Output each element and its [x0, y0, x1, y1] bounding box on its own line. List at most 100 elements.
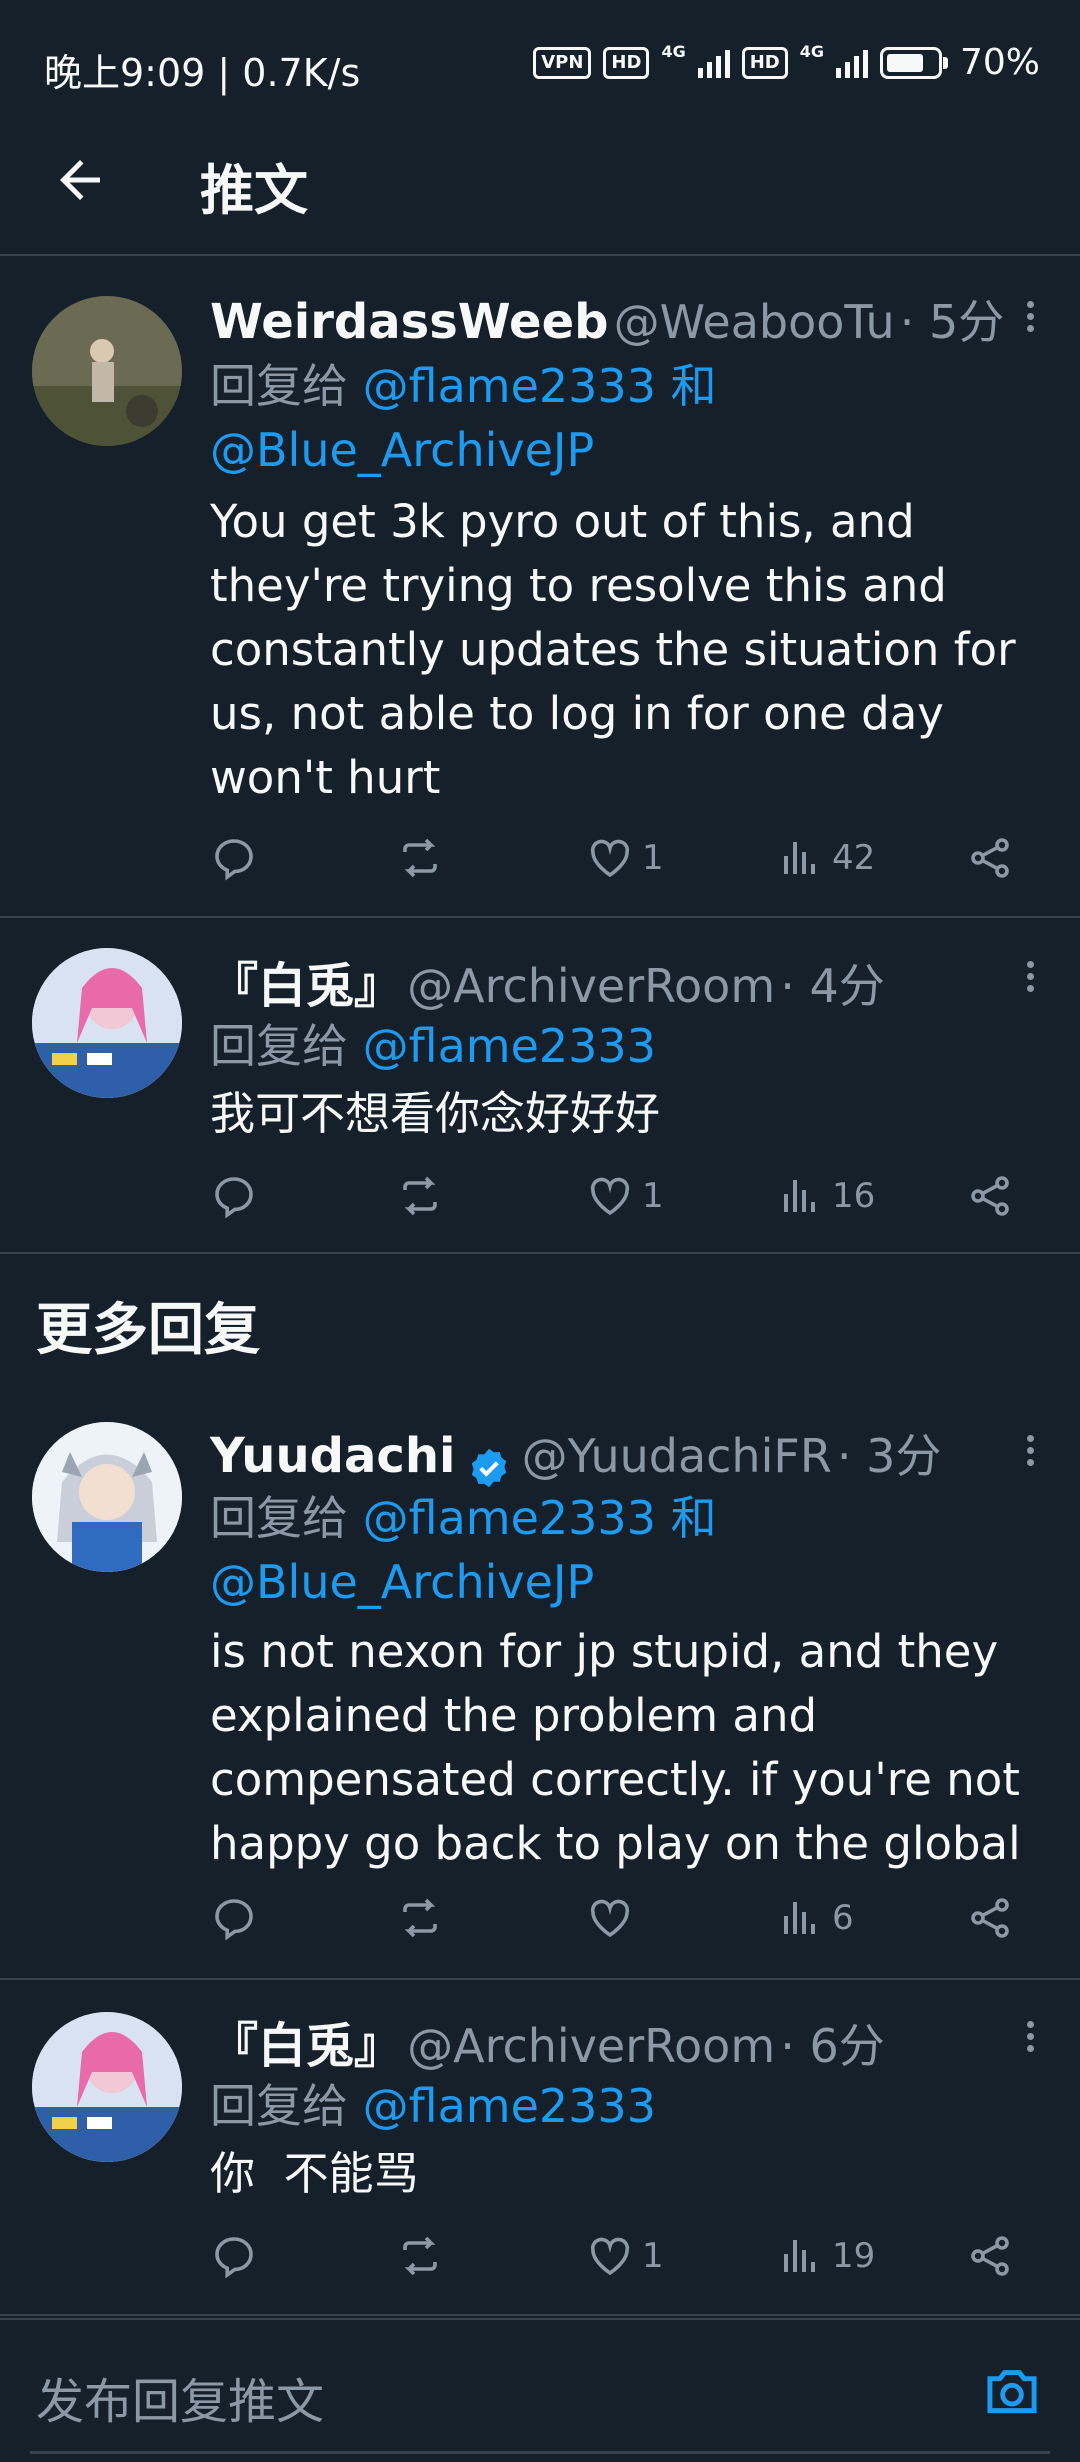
reply-tweet[interactable]: WeirdassWeeb @WeabooTu · 5分 回复给 @flame23…: [0, 256, 1080, 918]
retweet-icon: [403, 838, 437, 878]
timestamp[interactable]: · 4分: [780, 959, 885, 1013]
reply-context: 回复给 @flame2333 和 @Blue_ArchiveJP: [210, 1486, 1050, 1614]
retweet-button[interactable]: [396, 1894, 444, 1942]
reply-input-placeholder[interactable]: 发布回复推文: [36, 2362, 324, 2432]
handle[interactable]: @ArchiverRoom: [407, 959, 775, 1013]
heart-icon: [590, 839, 630, 878]
views-chart-icon: [784, 2240, 815, 2272]
action-bar: 1 42: [210, 834, 1040, 894]
reply-icon: [215, 1177, 253, 1219]
tweet-text: 你 不能骂: [210, 2147, 419, 2200]
views-chart-icon: [784, 1180, 815, 1212]
avatar[interactable]: [32, 2012, 182, 2162]
tweet-header: 『白兎』 @ArchiverRoom · 4分: [210, 946, 885, 1016]
retweet-icon: [403, 1898, 437, 1938]
action-bar: 1 19: [210, 2232, 1040, 2292]
reply-prefix: 回复给: [210, 1019, 348, 1073]
like-button[interactable]: 1: [586, 1172, 664, 1220]
reply-tweet[interactable]: 『白兎』 @ArchiverRoom · 6分 回复给 @flame2333 你…: [0, 1980, 1080, 2316]
mention-link-2[interactable]: @Blue_ArchiveJP: [210, 1555, 594, 1609]
status-time-speed: 晚上9:09 | 0.7K/s: [44, 51, 361, 95]
like-button[interactable]: 1: [586, 2232, 664, 2280]
handle[interactable]: @ArchiverRoom: [407, 2019, 775, 2073]
reply-context: 回复给 @flame2333: [210, 1014, 1050, 1078]
mention-link[interactable]: @flame2333: [363, 1491, 656, 1545]
views-button[interactable]: 19: [776, 2232, 875, 2280]
reply-context: 回复给 @flame2333: [210, 2074, 1050, 2138]
more-options-icon[interactable]: [1020, 2016, 1040, 2057]
reply-tweet[interactable]: 『白兎』 @ArchiverRoom · 4分 回复给 @flame2333 我…: [0, 918, 1080, 1254]
display-name[interactable]: 『白兎』: [210, 2018, 402, 2074]
avatar[interactable]: [32, 948, 182, 1098]
more-replies-heading: 更多回复: [36, 1298, 260, 1363]
like-count: 1: [642, 2236, 664, 2276]
display-name[interactable]: WeirdassWeeb: [210, 294, 609, 350]
network-type-label-2: 4G: [799, 42, 824, 61]
reply-prefix: 回复给: [210, 359, 348, 413]
timestamp[interactable]: · 5分: [900, 295, 1005, 349]
handle[interactable]: @YuudachiFR: [522, 1429, 832, 1483]
heart-icon: [590, 2237, 630, 2276]
timestamp[interactable]: · 6分: [780, 2019, 885, 2073]
reply-button[interactable]: [210, 834, 258, 882]
like-button[interactable]: 1: [586, 834, 664, 882]
tweet-text: You get 3k pyro out of this, and they're…: [210, 495, 1016, 804]
mention-link-2[interactable]: @Blue_ArchiveJP: [210, 423, 594, 477]
avatar[interactable]: [32, 1422, 182, 1572]
heart-icon: [590, 1899, 630, 1938]
view-count: 6: [832, 1898, 854, 1938]
tweet-header: WeirdassWeeb @WeabooTu · 5分: [210, 286, 1004, 352]
retweet-button[interactable]: [396, 1172, 444, 1220]
retweet-button[interactable]: [396, 2232, 444, 2280]
back-arrow-icon[interactable]: [50, 150, 110, 210]
reply-icon: [215, 839, 253, 881]
view-count: 16: [832, 1176, 876, 1216]
reply-icon: [215, 1899, 253, 1941]
mention-link[interactable]: @flame2333: [363, 1019, 656, 1073]
views-chart-icon: [784, 1902, 815, 1934]
action-bar: 6: [210, 1894, 1040, 1954]
display-name[interactable]: Yuudachi: [210, 1428, 455, 1484]
retweet-button[interactable]: [396, 834, 444, 882]
mention-conjunction: 和: [670, 359, 717, 413]
reply-button[interactable]: [210, 2232, 258, 2280]
share-button[interactable]: [966, 2232, 1014, 2280]
top-bar: [0, 120, 1080, 256]
camera-icon[interactable]: [982, 2364, 1042, 2418]
more-options-icon[interactable]: [1020, 956, 1040, 997]
like-button[interactable]: [586, 1894, 642, 1942]
verified-badge-icon: [471, 1448, 506, 1487]
share-button[interactable]: [966, 834, 1014, 882]
signal-icon-2: [835, 48, 868, 78]
tweet-text: is not nexon for jp stupid, and they exp…: [210, 1625, 1021, 1870]
reply-button[interactable]: [210, 1172, 258, 1220]
tweet-header: 『白兎』 @ArchiverRoom · 6分: [210, 2006, 885, 2076]
network-type-label: 4G: [661, 42, 686, 61]
reply-icon: [215, 2237, 253, 2279]
more-options-icon[interactable]: [1020, 296, 1040, 337]
view-count: 42: [832, 838, 876, 878]
views-button[interactable]: 42: [776, 834, 875, 882]
display-name[interactable]: 『白兎』: [210, 958, 402, 1014]
share-button[interactable]: [966, 1894, 1014, 1942]
heart-icon: [590, 1177, 630, 1216]
view-count: 19: [832, 2236, 876, 2276]
tweet-header: Yuudachi @YuudachiFR · 3分: [210, 1420, 941, 1490]
mention-link[interactable]: @flame2333: [363, 359, 656, 413]
handle[interactable]: @WeabooTu: [614, 295, 895, 349]
avatar[interactable]: [32, 296, 182, 446]
reply-button[interactable]: [210, 1894, 258, 1942]
views-button[interactable]: 6: [776, 1894, 854, 1942]
share-icon: [971, 2236, 1009, 2276]
tweet-text: 我可不想看你念好好好: [210, 1087, 661, 1140]
share-button[interactable]: [966, 1172, 1014, 1220]
more-options-icon[interactable]: [1020, 1430, 1040, 1471]
timestamp[interactable]: · 3分: [837, 1429, 942, 1483]
mention-link[interactable]: @flame2333: [363, 2079, 656, 2133]
hd-icon: HD: [603, 46, 650, 79]
battery-percent: 70%: [959, 42, 1040, 83]
status-icons: VPN HD 4G HD 4G 70%: [533, 42, 1040, 83]
reply-tweet[interactable]: Yuudachi @YuudachiFR · 3分 回复给 @flame2333…: [0, 1390, 1080, 1980]
share-icon: [971, 1898, 1009, 1938]
views-button[interactable]: 16: [776, 1172, 875, 1220]
